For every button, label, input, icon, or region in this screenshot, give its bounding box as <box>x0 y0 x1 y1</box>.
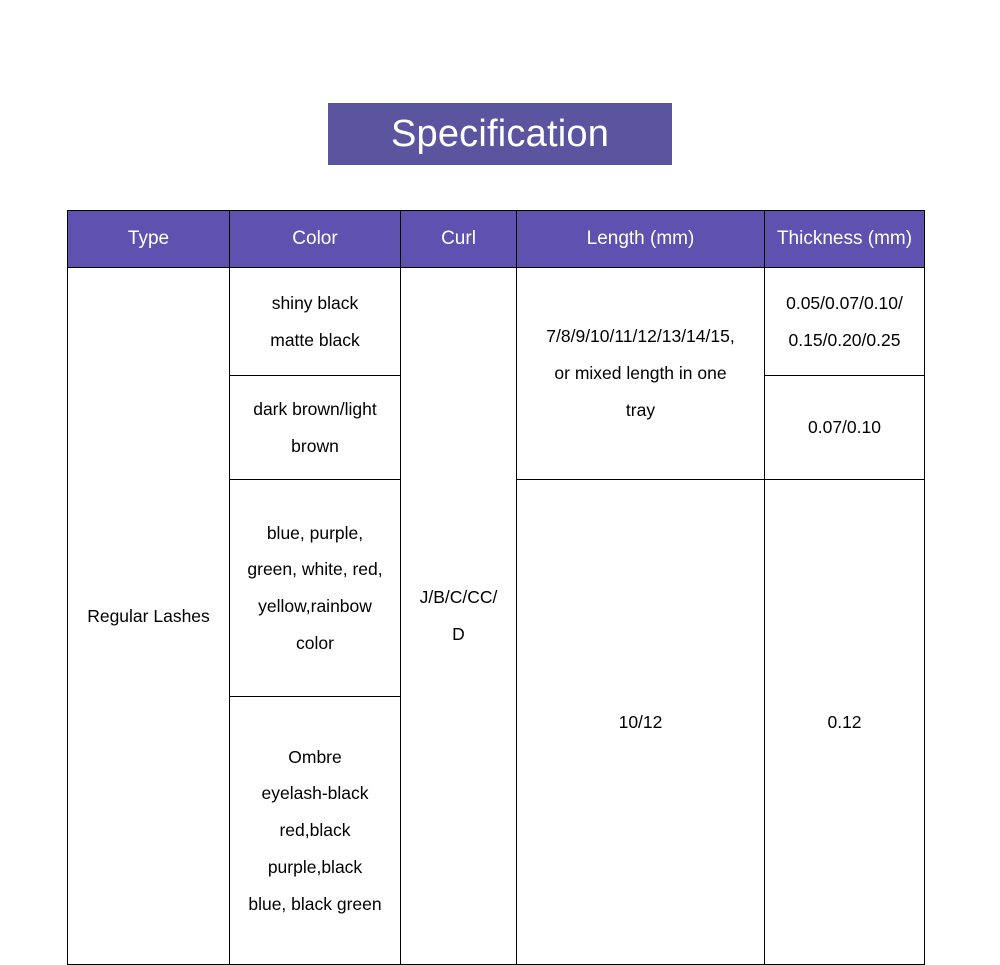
table-row: Regular Lashes shiny black matte black J… <box>67 267 925 965</box>
column-header-length: Length (mm) <box>516 210 765 268</box>
cell-color-bright: blue, purple, green, white, red, yellow,… <box>229 479 401 697</box>
specification-table: Type Color Curl Length (mm) Thickness (m… <box>67 210 925 965</box>
cell-color-brown: dark brown/light brown <box>229 375 401 480</box>
cell-color-black: shiny black matte black <box>229 267 401 376</box>
column-header-curl: Curl <box>400 210 517 268</box>
cell-curl-values: J/B/C/CC/ D <box>400 267 517 965</box>
column-header-thickness: Thickness (mm) <box>764 210 925 268</box>
cell-thickness-brown: 0.07/0.10 <box>764 375 925 480</box>
cell-color-ombre: Ombre eyelash-black red,black purple,bla… <box>229 696 401 965</box>
cell-length-color: 10/12 <box>516 479 765 965</box>
specification-title-banner: Specification <box>328 103 672 165</box>
cell-type-regular-lashes: Regular Lashes <box>67 267 230 965</box>
table-header: Type Color Curl Length (mm) Thickness (m… <box>67 210 925 268</box>
cell-thickness-color: 0.12 <box>764 479 925 965</box>
column-header-type: Type <box>67 210 230 268</box>
column-header-color: Color <box>229 210 401 268</box>
page-title: Specification <box>390 113 610 155</box>
cell-length-standard: 7/8/9/10/11/12/13/14/15, or mixed length… <box>516 267 765 480</box>
table-body: Regular Lashes shiny black matte black J… <box>67 267 925 965</box>
cell-thickness-standard: 0.05/0.07/0.10/ 0.15/0.20/0.25 <box>764 267 925 376</box>
table-header-row: Type Color Curl Length (mm) Thickness (m… <box>67 210 925 268</box>
specification-table-container: Type Color Curl Length (mm) Thickness (m… <box>67 210 925 965</box>
